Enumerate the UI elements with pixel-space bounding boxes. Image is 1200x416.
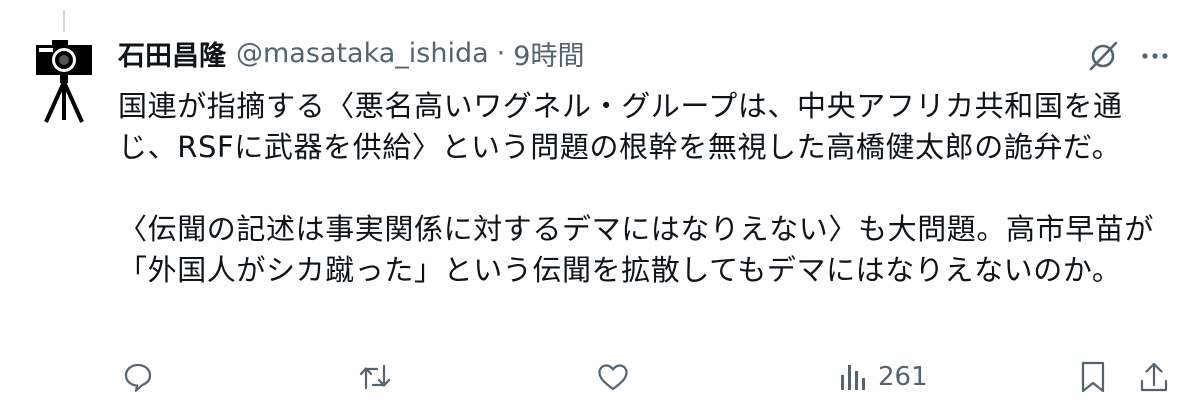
- author-name[interactable]: 石田昌隆: [118, 34, 226, 73]
- tweet-action-bar: 261: [0, 360, 1200, 396]
- tweet-text: 国連が指摘する〈悪名高いワグネル・グループは、中央アフリカ共和国を通じ、RSFに…: [118, 86, 1178, 291]
- share-icon: [1140, 362, 1168, 392]
- author-handle[interactable]: @masataka_ishida: [236, 38, 489, 69]
- like-button[interactable]: [596, 360, 630, 394]
- reply-icon: [124, 363, 152, 392]
- tweet-header: 石田昌隆 @masataka_ishida · 9時間: [118, 33, 584, 73]
- share-button[interactable]: [1138, 360, 1170, 394]
- grok-button[interactable]: [1085, 38, 1121, 74]
- bookmark-icon: [1081, 361, 1105, 393]
- header-separator: ·: [496, 37, 506, 69]
- camera-tripod-avatar-icon: [36, 40, 92, 123]
- thread-connector-line: [63, 10, 65, 32]
- views-icon: [841, 365, 865, 390]
- more-horizontal-icon: [1142, 53, 1168, 59]
- grok-icon: [1089, 41, 1118, 71]
- views-count: 261: [878, 362, 928, 392]
- bookmark-button[interactable]: [1078, 360, 1108, 394]
- retweet-icon: [359, 364, 391, 390]
- more-options-button[interactable]: [1137, 38, 1173, 74]
- tweet-paragraph: 国連が指摘する〈悪名高いワグネル・グループは、中央アフリカ共和国を通じ、RSFに…: [118, 89, 1123, 164]
- tweet-timestamp[interactable]: 9時間: [513, 34, 584, 73]
- heart-icon: [598, 364, 628, 391]
- retweet-button[interactable]: [358, 360, 392, 394]
- avatar[interactable]: [32, 36, 96, 124]
- tweet-paragraph: 〈伝聞の記述は事実関係に対するデマにはなりえない〉も大問題。高市早苗が「外国人が…: [118, 212, 1155, 287]
- reply-button[interactable]: [122, 360, 154, 394]
- views-button[interactable]: 261: [838, 360, 928, 394]
